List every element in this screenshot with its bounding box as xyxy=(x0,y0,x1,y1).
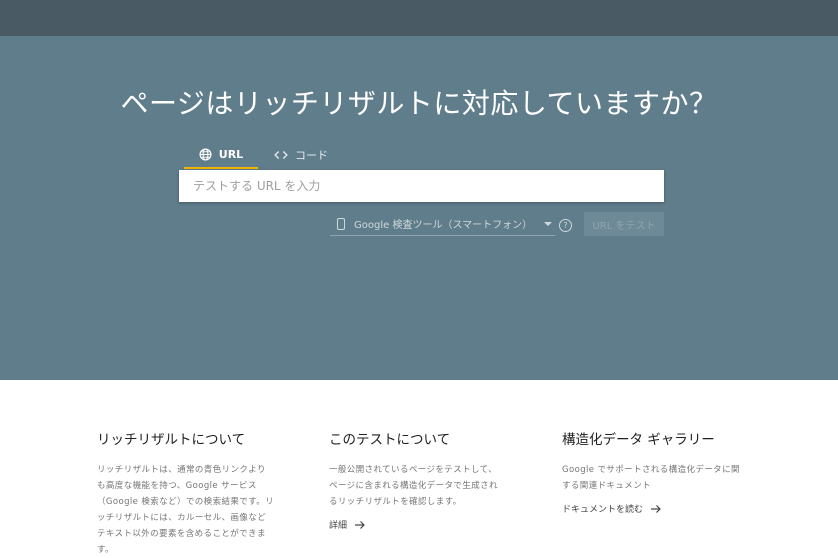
details-link-label: 詳細 xyxy=(329,521,348,531)
read-docs-link-label: ドキュメントを読む xyxy=(562,505,644,515)
help-icon[interactable]: ? xyxy=(559,219,572,232)
info-title: リッチリザルトについて xyxy=(97,432,246,448)
info-title: 構造化データ ギャラリー xyxy=(562,432,715,448)
globe-icon xyxy=(199,147,212,161)
info-title: このテストについて xyxy=(329,432,451,448)
url-input[interactable] xyxy=(179,170,664,202)
info-text: リッチリザルトは、通常の青色リンクより も高度な機能を持つ、Google サービ… xyxy=(97,465,275,555)
tab-code[interactable]: コード xyxy=(262,141,340,169)
read-docs-link[interactable]: ドキュメントを読む xyxy=(562,502,662,515)
code-icon xyxy=(274,150,288,160)
info-column-rich-results: リッチリザルトについて リッチリザルトは、通常の青色リンクより も高度な機能を持… xyxy=(97,428,282,558)
smartphone-icon xyxy=(337,217,345,230)
tab-url[interactable]: URL xyxy=(184,141,258,169)
details-link[interactable]: 詳細 xyxy=(329,518,366,531)
info-text: 一般公開されているページをテストして、 ページに含まれる構造化データで生成され … xyxy=(329,465,498,507)
arrow-right-icon xyxy=(650,504,662,514)
top-app-bar xyxy=(0,0,838,36)
tab-code-label: コード xyxy=(295,149,328,162)
user-agent-select[interactable]: Google 検査ツール（スマートフォン） xyxy=(330,212,555,236)
page-title: ページはリッチリザルトに対応していますか？ xyxy=(120,87,718,120)
test-url-button[interactable]: URL をテスト xyxy=(584,212,664,236)
dropdown-arrow-icon xyxy=(544,221,552,226)
tab-url-label: URL xyxy=(218,147,244,161)
info-column-about-test: このテストについて 一般公開されているページをテストして、 ページに含まれる構造… xyxy=(329,428,514,532)
arrow-right-icon xyxy=(354,520,366,530)
info-text: Google でサポートされる構造化データに関 する関連ドキュメント xyxy=(562,465,740,491)
info-column-structured-data-gallery: 構造化データ ギャラリー Google でサポートされる構造化データに関 する関… xyxy=(562,428,747,516)
user-agent-select-value: Google 検査ツール（スマートフォン） xyxy=(354,220,533,231)
